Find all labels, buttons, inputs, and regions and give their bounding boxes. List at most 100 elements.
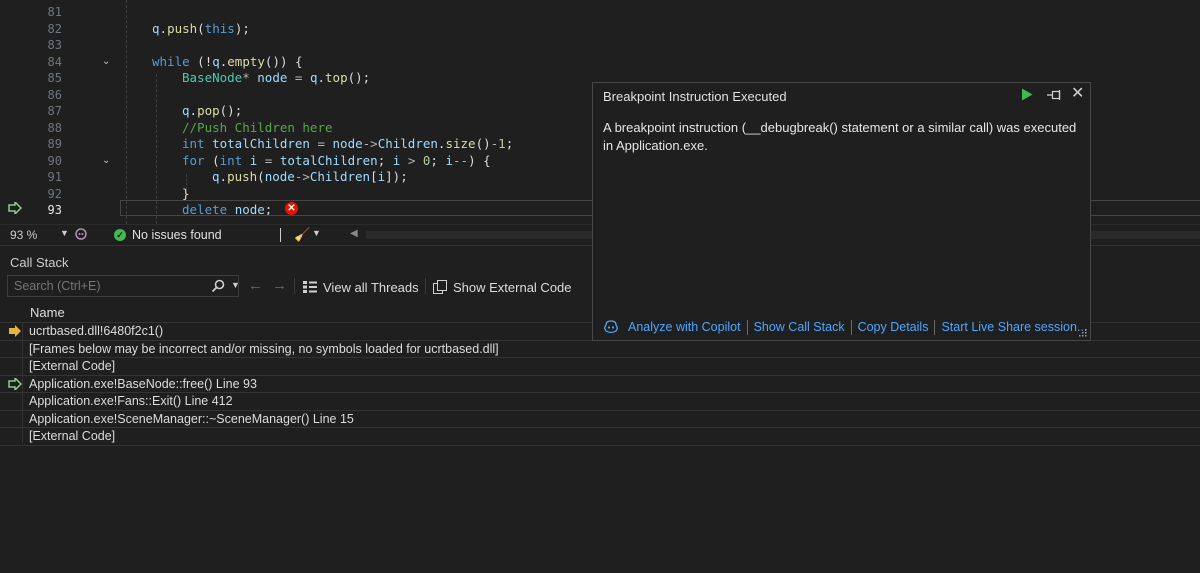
line-number: 92 xyxy=(47,186,62,201)
code-token: = xyxy=(287,70,310,85)
call-stack-frame-name: [Frames below may be incorrect and/or mi… xyxy=(29,341,499,356)
code-token: node xyxy=(257,70,288,85)
code-token: ; xyxy=(430,152,446,168)
code-token: top xyxy=(325,70,348,85)
code-text: q.push(node->Children[i]); xyxy=(212,169,408,186)
continue-icon[interactable] xyxy=(1021,88,1033,101)
line-number: 90 xyxy=(47,153,62,168)
divider xyxy=(280,228,281,242)
code-token: ); xyxy=(234,20,250,36)
code-token: size xyxy=(445,136,476,151)
call-stack-row[interactable]: [External Code] xyxy=(0,358,1200,376)
code-token: (); xyxy=(347,70,371,85)
show-external-code-button[interactable]: Show External Code xyxy=(432,277,572,297)
call-stack-row[interactable]: [Frames below may be incorrect and/or mi… xyxy=(0,341,1200,358)
code-text: int totalChildren = node->Children.size(… xyxy=(182,136,513,153)
arrow-right-icon[interactable]: → xyxy=(272,277,287,294)
line-number: 83 xyxy=(47,38,62,52)
code-token: totalChildren xyxy=(212,136,310,151)
line-number: 87 xyxy=(47,104,62,118)
call-stack-row[interactable]: Application.exe!BaseNode::free() Line 93 xyxy=(0,376,1200,393)
call-stack-frame-name: ucrtbased.dll!6480f2c1() xyxy=(29,324,164,338)
call-stack-frame-name: [External Code] xyxy=(29,359,116,373)
code-text: BaseNode* node = q.top(); xyxy=(182,70,370,87)
code-token: [ xyxy=(370,169,378,184)
code-token: > xyxy=(400,152,423,168)
code-line[interactable]: 81 xyxy=(0,4,1200,21)
code-token: = xyxy=(257,152,280,168)
code-token: . xyxy=(317,70,326,85)
close-icon[interactable]: ✕ xyxy=(1071,86,1084,102)
search-input[interactable] xyxy=(8,276,204,296)
code-token: * xyxy=(242,70,250,85)
code-token: (); xyxy=(219,103,243,118)
copilot-icon[interactable] xyxy=(74,227,88,241)
code-line[interactable]: 84 ⌄ while (!q.empty()) { xyxy=(0,54,1200,71)
popup-title: Breakpoint Instruction Executed xyxy=(603,89,787,104)
code-token: for xyxy=(182,152,205,168)
search-icon[interactable] xyxy=(211,279,225,293)
code-text: for (int i = totalChildren; i > 0; i--) … xyxy=(182,153,491,170)
view-all-threads-button[interactable]: View all Threads xyxy=(302,277,419,297)
analyze-with-copilot-link[interactable]: Analyze with Copilot xyxy=(622,320,747,334)
call-stack-frame-name: Application.exe!SceneManager::~SceneMana… xyxy=(29,411,354,426)
code-token: Children xyxy=(377,136,438,151)
code-token: i xyxy=(445,152,453,168)
code-token: . xyxy=(219,169,228,184)
copilot-icon[interactable] xyxy=(603,320,619,334)
code-token: = xyxy=(309,136,333,151)
resize-grip-icon[interactable] xyxy=(1078,328,1087,337)
arrow-left-icon[interactable]: ← xyxy=(248,277,263,294)
indent-guide xyxy=(186,174,187,190)
pin-icon[interactable] xyxy=(1047,89,1063,101)
zoom-level[interactable]: 93 % xyxy=(10,228,37,242)
fold-chevron-icon[interactable]: ⌄ xyxy=(102,55,110,69)
instruction-pointer-icon xyxy=(8,202,22,214)
show-call-stack-link[interactable]: Show Call Stack xyxy=(748,320,851,334)
popup-actions: Analyze with Copilot Show Call Stack Cop… xyxy=(603,318,1093,336)
exception-error-icon[interactable]: ✕ xyxy=(285,202,298,215)
scroll-left-arrow-icon[interactable]: ◀ xyxy=(350,228,358,239)
line-number: 85 xyxy=(47,71,62,85)
code-token: . xyxy=(189,103,198,118)
call-stack-row[interactable]: Application.exe!SceneManager::~SceneMana… xyxy=(0,411,1200,428)
code-line[interactable]: 83 xyxy=(0,37,1200,54)
show-external-code-label: Show External Code xyxy=(453,279,572,295)
code-token: -> xyxy=(294,169,310,184)
chevron-down-icon[interactable]: ▼ xyxy=(231,280,240,290)
search-box[interactable]: ▼ xyxy=(7,275,240,297)
fold-chevron-icon[interactable]: ⌄ xyxy=(102,154,110,168)
return-frame-arrow-icon xyxy=(8,377,22,390)
divider xyxy=(425,278,426,294)
column-name-header[interactable]: Name xyxy=(30,305,65,320)
line-number: 88 xyxy=(47,120,62,135)
call-stack-frame-name: [External Code] xyxy=(29,429,116,443)
code-line[interactable]: 82 q.push(this); xyxy=(0,21,1200,38)
code-token: totalChildren xyxy=(279,152,378,168)
code-token: (! xyxy=(189,53,213,69)
line-number: 81 xyxy=(47,5,62,19)
code-token: q xyxy=(212,53,220,69)
line-number: 91 xyxy=(47,170,62,184)
divider xyxy=(294,278,295,294)
chevron-down-icon[interactable]: ▼ xyxy=(312,228,321,238)
code-token: ) { xyxy=(468,152,491,168)
view-all-threads-label: View all Threads xyxy=(323,279,419,295)
threads-icon xyxy=(303,281,317,293)
call-stack-row[interactable]: Application.exe!Fans::Exit() Line 412 xyxy=(0,393,1200,411)
call-stack-row[interactable]: [External Code] xyxy=(0,428,1200,446)
line-number: 93 xyxy=(47,203,62,217)
code-token: BaseNode xyxy=(182,70,243,85)
line-number: 86 xyxy=(47,87,62,102)
code-token: ( xyxy=(204,152,220,168)
code-token: 1 xyxy=(498,136,506,151)
code-cleanup-icon[interactable]: 🧹 xyxy=(294,227,310,243)
issues-status[interactable]: No issues found xyxy=(132,228,222,242)
copy-details-link[interactable]: Copy Details xyxy=(852,320,935,334)
chevron-down-icon[interactable]: ▼ xyxy=(60,228,69,238)
indent-guide xyxy=(126,0,127,224)
external-code-icon xyxy=(433,280,447,294)
start-live-share-link[interactable]: Start Live Share session... xyxy=(935,320,1093,334)
code-token: q xyxy=(309,70,318,85)
